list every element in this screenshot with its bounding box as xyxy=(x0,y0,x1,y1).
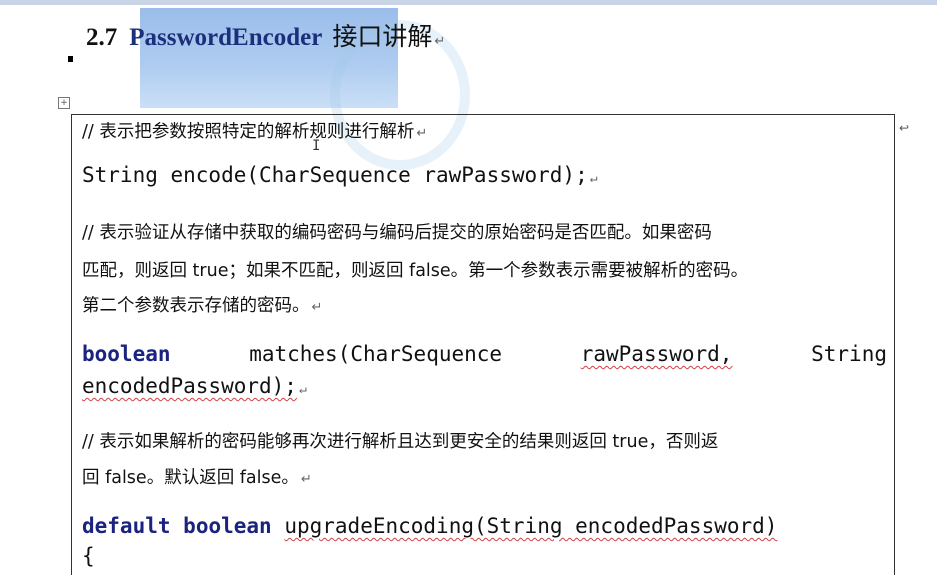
cell-end-mark: ↩ xyxy=(899,121,910,135)
code-encode: String encode(CharSequence rawPassword);… xyxy=(82,163,598,187)
heading-class-name: PasswordEncoder xyxy=(129,24,323,51)
table-move-handle-icon[interactable]: + xyxy=(58,97,70,109)
paragraph-mark: ↵ xyxy=(434,34,446,49)
comment-matches-line1: // 表示验证从存储中获取的编码密码与编码后提交的原始密码是否匹配。如果密码 xyxy=(82,223,712,243)
comment-matches-line3: 第二个参数表示存储的密码。 ↵ xyxy=(82,296,323,316)
heading-suffix: 接口讲解 xyxy=(332,22,433,51)
method-matches: matches(CharSequence xyxy=(249,342,503,366)
section-heading: 2.7 PasswordEncoder 接口讲解 ↵ xyxy=(86,17,445,53)
param-rawpassword: rawPassword, xyxy=(580,342,733,366)
keyword-boolean-2: boolean xyxy=(183,514,272,538)
comment-matches-line2: 匹配，则返回 true；如果不匹配，则返回 false。第一个参数表示需要被解析… xyxy=(82,261,749,281)
bullet-marker xyxy=(68,56,73,62)
heading-number: 2.7 xyxy=(86,24,118,51)
keyword-boolean: boolean xyxy=(82,342,171,366)
method-upgrade-encoding: upgradeEncoding(String encodedPassword) xyxy=(284,514,778,538)
comment-upgrade-line1: // 表示如果解析的密码能够再次进行解析且达到更安全的结果则返回 true，否则… xyxy=(82,432,719,452)
type-string: String xyxy=(811,342,887,366)
code-upgrade-line1: default boolean upgradeEncoding(String e… xyxy=(82,514,777,538)
code-matches-line2: encodedPassword); ↵ xyxy=(82,374,307,398)
comment-upgrade-line2: 回 false。默认返回 false。 ↵ xyxy=(82,468,312,488)
comment-encode: // 表示把参数按照特定的解析规则进行解析 ↵ xyxy=(82,122,428,142)
code-upgrade-line2: { xyxy=(82,544,95,568)
keyword-default: default xyxy=(82,514,171,538)
top-toolbar-edge xyxy=(0,0,937,5)
code-matches-line1: boolean matches(CharSequence rawPassword… xyxy=(82,342,887,366)
